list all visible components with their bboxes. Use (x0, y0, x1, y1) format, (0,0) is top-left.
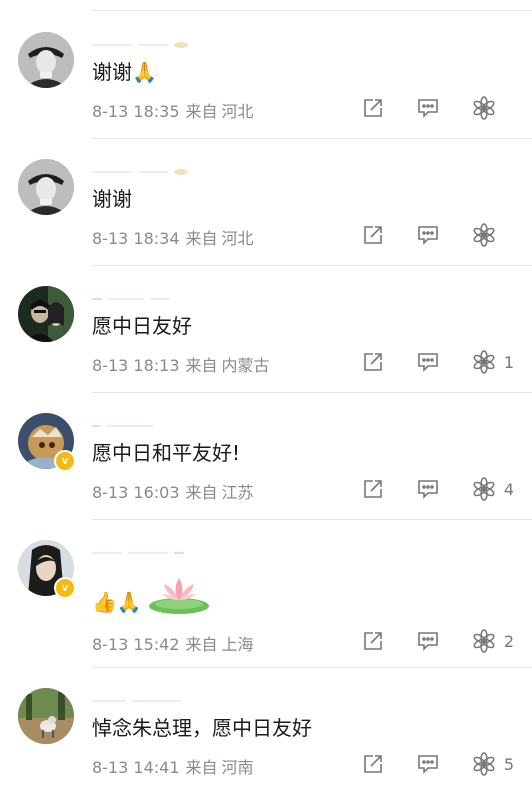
comment-actions (330, 94, 514, 122)
like-count: 4 (503, 479, 514, 499)
comment-meta: 8-13 14:41 来自 河南 (92, 754, 254, 778)
comment-actions: 4 (330, 475, 514, 503)
comment-source-label: 来自 (185, 356, 218, 375)
share-button[interactable] (362, 630, 384, 652)
comment-meta: 8-13 18:13 来自 内蒙古 (92, 352, 270, 376)
comment-time: 8-13 18:13 (92, 356, 180, 375)
comment-location: 内蒙古 (221, 356, 270, 375)
comment-source-label: 来自 (185, 483, 218, 502)
share-icon (364, 755, 382, 773)
share-button[interactable] (362, 97, 384, 119)
like-icon (473, 752, 495, 776)
like-button[interactable] (472, 96, 514, 120)
reply-button[interactable] (416, 753, 440, 775)
comment-time: 8-13 15:42 (92, 635, 180, 654)
comment-text: 谢谢 (92, 187, 132, 211)
comment-source-label: 来自 (185, 758, 218, 777)
comment-item: 悼念朱总理，愿中日友好 8-13 14:41 来自 河南 5 (0, 668, 532, 800)
like-count: 1 (503, 352, 514, 372)
comment-item: 谢谢🙏 8-13 18:35 来自 河北 (0, 12, 532, 139)
share-icon (364, 353, 382, 371)
comment-item: v 👍🙏 8-13 15:42 来自 上海 2 (0, 520, 532, 668)
comment-text: 谢谢🙏 (92, 60, 157, 84)
comment-time: 8-13 16:03 (92, 483, 180, 502)
comment-meta: 8-13 18:34 来自 河北 (92, 225, 254, 249)
share-icon (364, 480, 382, 498)
share-icon (364, 226, 382, 244)
share-icon (364, 99, 382, 117)
reply-button[interactable] (416, 630, 440, 652)
comment-actions (330, 221, 514, 249)
comment-text: 愿中日友好 (92, 314, 192, 338)
avatar[interactable] (18, 688, 74, 744)
comment-icon (418, 226, 438, 245)
share-button[interactable] (362, 753, 384, 775)
avatar[interactable] (18, 32, 74, 88)
comment-actions: 1 (330, 348, 514, 376)
like-icon (473, 477, 495, 501)
reply-button[interactable] (416, 351, 440, 373)
top-divider (92, 10, 532, 11)
share-button[interactable] (362, 351, 384, 373)
comment-text: 👍🙏 (92, 590, 142, 614)
like-icon (473, 350, 495, 374)
comment-actions: 2 (330, 627, 514, 655)
comment-location: 河北 (221, 102, 254, 121)
reply-button[interactable] (416, 97, 440, 119)
share-button[interactable] (362, 478, 384, 500)
username-masked[interactable] (92, 415, 252, 427)
comment-icon (418, 99, 438, 118)
comment-source-label: 来自 (185, 229, 218, 248)
reply-button[interactable] (416, 224, 440, 246)
like-button[interactable]: 1 (472, 350, 514, 374)
comment-meta: 8-13 18:35 来自 河北 (92, 98, 254, 122)
like-button[interactable]: 2 (472, 629, 514, 653)
comment-icon (418, 755, 438, 774)
verified-badge-icon: v (54, 450, 76, 472)
comment-meta: 8-13 15:42 来自 上海 (92, 631, 254, 655)
comment-location: 上海 (221, 635, 254, 654)
like-count: 2 (503, 631, 514, 651)
comment-location: 河南 (221, 758, 254, 777)
username-masked[interactable] (92, 542, 252, 554)
comment-time: 8-13 14:41 (92, 758, 180, 777)
like-button[interactable] (472, 223, 514, 247)
username-masked[interactable] (92, 161, 252, 175)
comment-item: 谢谢 8-13 18:34 来自 河北 (0, 139, 532, 266)
like-icon (473, 629, 495, 653)
comment-source-label: 来自 (185, 635, 218, 654)
comment-location: 江苏 (221, 483, 254, 502)
comment-time: 8-13 18:34 (92, 229, 180, 248)
comment-source-label: 来自 (185, 102, 218, 121)
comment-emoji-row: 👍🙏 (92, 564, 212, 616)
like-button[interactable]: 5 (472, 752, 514, 776)
comment-text: 愿中日和平友好! (92, 441, 241, 465)
username-masked[interactable] (92, 690, 252, 702)
like-button[interactable]: 4 (472, 477, 514, 501)
comment-icon (418, 480, 438, 499)
comment-text: 悼念朱总理，愿中日友好 (92, 716, 312, 740)
like-count: 5 (503, 754, 514, 774)
share-icon (364, 632, 382, 650)
share-button[interactable] (362, 224, 384, 246)
avatar[interactable] (18, 286, 74, 342)
comment-meta: 8-13 16:03 来自 江苏 (92, 479, 254, 503)
comment-icon (418, 353, 438, 372)
comment-icon (418, 632, 438, 651)
comment-item: 愿中日友好 8-13 18:13 来自 内蒙古 1 (0, 266, 532, 393)
username-masked[interactable] (92, 288, 252, 300)
comment-location: 河北 (221, 229, 254, 248)
username-masked[interactable] (92, 34, 252, 48)
avatar[interactable] (18, 159, 74, 215)
verified-badge-icon: v (54, 577, 76, 599)
comment-actions: 5 (330, 750, 514, 778)
like-icon (473, 223, 495, 247)
comment-item: v 愿中日和平友好! 8-13 16:03 来自 江苏 4 (0, 393, 532, 520)
lotus-sticker-icon (148, 578, 209, 614)
comment-time: 8-13 18:35 (92, 102, 180, 121)
reply-button[interactable] (416, 478, 440, 500)
like-icon (473, 96, 495, 120)
